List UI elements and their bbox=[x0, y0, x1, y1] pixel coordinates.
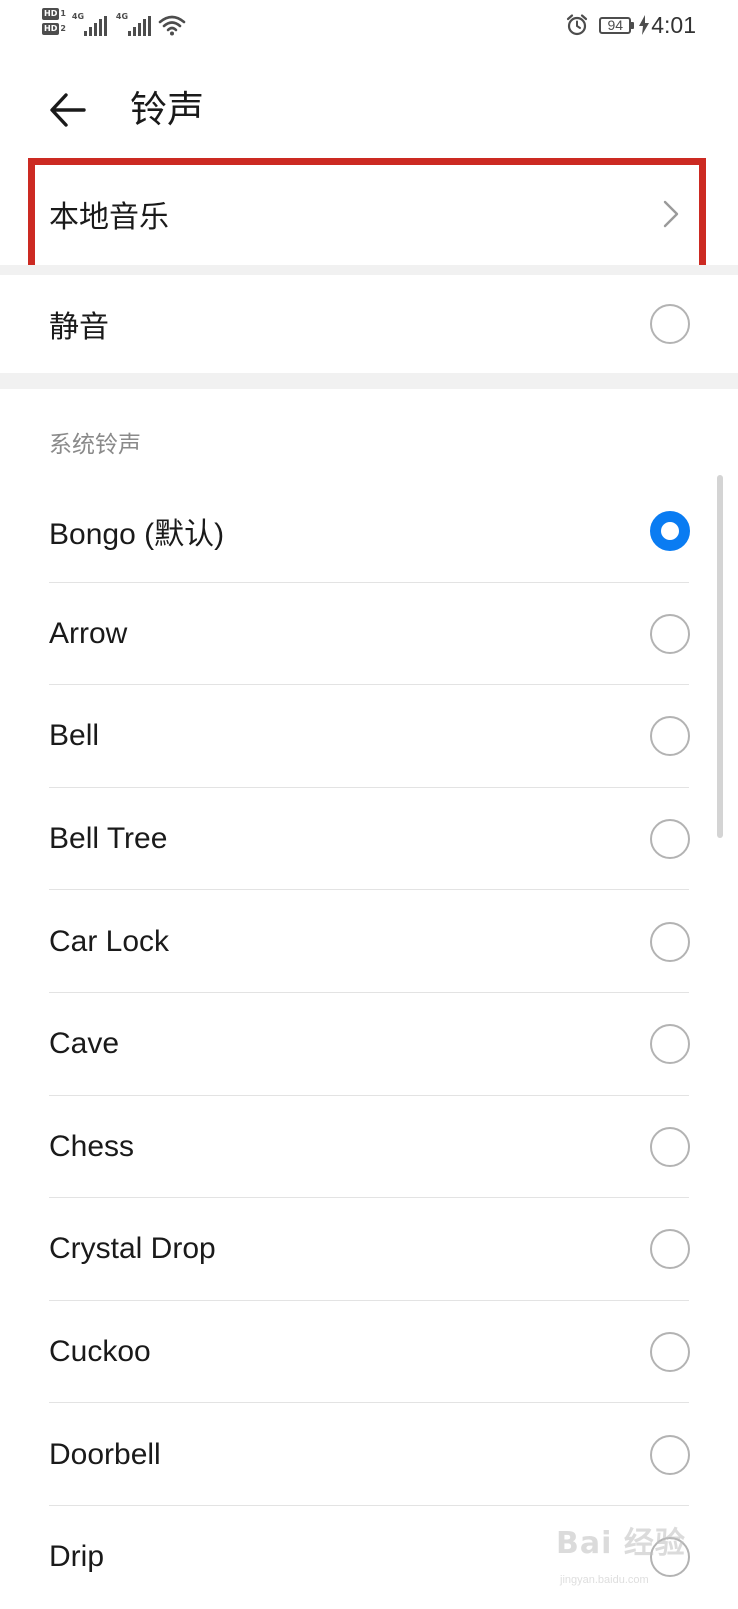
hd-badge-1: HD 1 bbox=[42, 8, 66, 20]
ringtone-item[interactable]: Car Lock bbox=[0, 890, 738, 993]
ringtone-label: Bongo (默认) bbox=[49, 518, 225, 552]
radio-button[interactable] bbox=[650, 1434, 690, 1475]
ringtone-item[interactable]: Bongo (默认) bbox=[0, 480, 738, 583]
radio-button[interactable] bbox=[650, 1332, 690, 1373]
radio-button[interactable] bbox=[650, 1229, 690, 1270]
chevron-right-icon bbox=[663, 200, 679, 227]
status-time: 4:01 bbox=[651, 11, 696, 38]
local-music-row[interactable]: 本地音乐 bbox=[0, 162, 738, 265]
ringtone-label: Cuckoo bbox=[49, 1335, 151, 1369]
radio-button[interactable] bbox=[650, 1537, 690, 1578]
silent-row[interactable]: 静音 bbox=[0, 275, 738, 373]
signal-bars-icon bbox=[127, 16, 151, 36]
ringtone-item[interactable]: Cuckoo bbox=[0, 1301, 738, 1404]
ringtone-label: Doorbell bbox=[49, 1437, 161, 1471]
radio-button[interactable] bbox=[650, 716, 690, 757]
battery-tip bbox=[631, 21, 635, 29]
ringtone-label: Chess bbox=[49, 1129, 135, 1163]
charging-bolt-icon bbox=[639, 15, 650, 35]
radio-button[interactable] bbox=[650, 511, 690, 552]
wifi-icon bbox=[158, 15, 186, 36]
ringtone-item[interactable]: Drip bbox=[0, 1506, 738, 1609]
ringtone-item[interactable]: Doorbell bbox=[0, 1403, 738, 1506]
network-type-label: 4G bbox=[71, 12, 85, 21]
page-title: 铃声 bbox=[130, 88, 204, 131]
ringtone-item[interactable]: Bell Tree bbox=[0, 788, 738, 891]
section-gap bbox=[0, 265, 738, 275]
ringtone-label: Bell bbox=[49, 719, 100, 753]
ringtone-item[interactable]: Bell bbox=[0, 685, 738, 788]
radio-button[interactable] bbox=[650, 1126, 690, 1167]
ringtone-label: Arrow bbox=[49, 616, 128, 650]
ringtone-label: Bell Tree bbox=[49, 822, 168, 856]
ringtone-label: Cave bbox=[49, 1027, 120, 1061]
back-button[interactable] bbox=[42, 84, 94, 136]
hd-badge-2: HD 2 bbox=[42, 23, 66, 35]
ringtone-label: Crystal Drop bbox=[49, 1232, 216, 1266]
status-bar-left: HD 1 HD 2 4G 4G bbox=[42, 6, 186, 46]
network-type-label: 4G bbox=[115, 12, 129, 21]
status-bar-right: 94 4:01 bbox=[565, 10, 696, 40]
radio-button[interactable] bbox=[650, 613, 690, 654]
section-gap bbox=[0, 373, 738, 389]
ringtone-item[interactable]: Cave bbox=[0, 993, 738, 1096]
battery-level: 94 bbox=[599, 16, 632, 34]
radio-button[interactable] bbox=[650, 1024, 690, 1065]
back-arrow-icon bbox=[50, 93, 86, 127]
silent-label: 静音 bbox=[49, 310, 109, 345]
status-bar: HD 1 HD 2 4G 4G 94 4:01 bbox=[0, 0, 738, 50]
scrollbar[interactable] bbox=[717, 475, 723, 838]
ringtone-item[interactable]: Arrow bbox=[0, 583, 738, 686]
ringtone-item[interactable]: Crystal Drop bbox=[0, 1198, 738, 1301]
local-music-label: 本地音乐 bbox=[49, 199, 169, 235]
app-header: 铃声 bbox=[0, 60, 738, 156]
ringtone-list: Bongo (默认) Arrow Bell Bell Tree Car Lock… bbox=[0, 480, 738, 1609]
cellular-signal-2: 4G bbox=[116, 6, 154, 36]
alarm-clock-icon bbox=[567, 14, 588, 36]
section-title-system-ringtones: 系统铃声 bbox=[49, 432, 141, 458]
hd-badges: HD 1 HD 2 bbox=[42, 8, 66, 35]
radio-button[interactable] bbox=[650, 304, 690, 344]
ringtone-label: Car Lock bbox=[49, 924, 170, 958]
signal-bars-icon bbox=[83, 16, 107, 36]
radio-button[interactable] bbox=[650, 819, 690, 860]
cellular-signal-1: 4G bbox=[72, 6, 110, 36]
ringtone-item[interactable]: Chess bbox=[0, 1096, 738, 1199]
radio-button[interactable] bbox=[650, 921, 690, 962]
battery-indicator: 94 bbox=[599, 16, 635, 34]
ringtone-label: Drip bbox=[49, 1540, 105, 1574]
